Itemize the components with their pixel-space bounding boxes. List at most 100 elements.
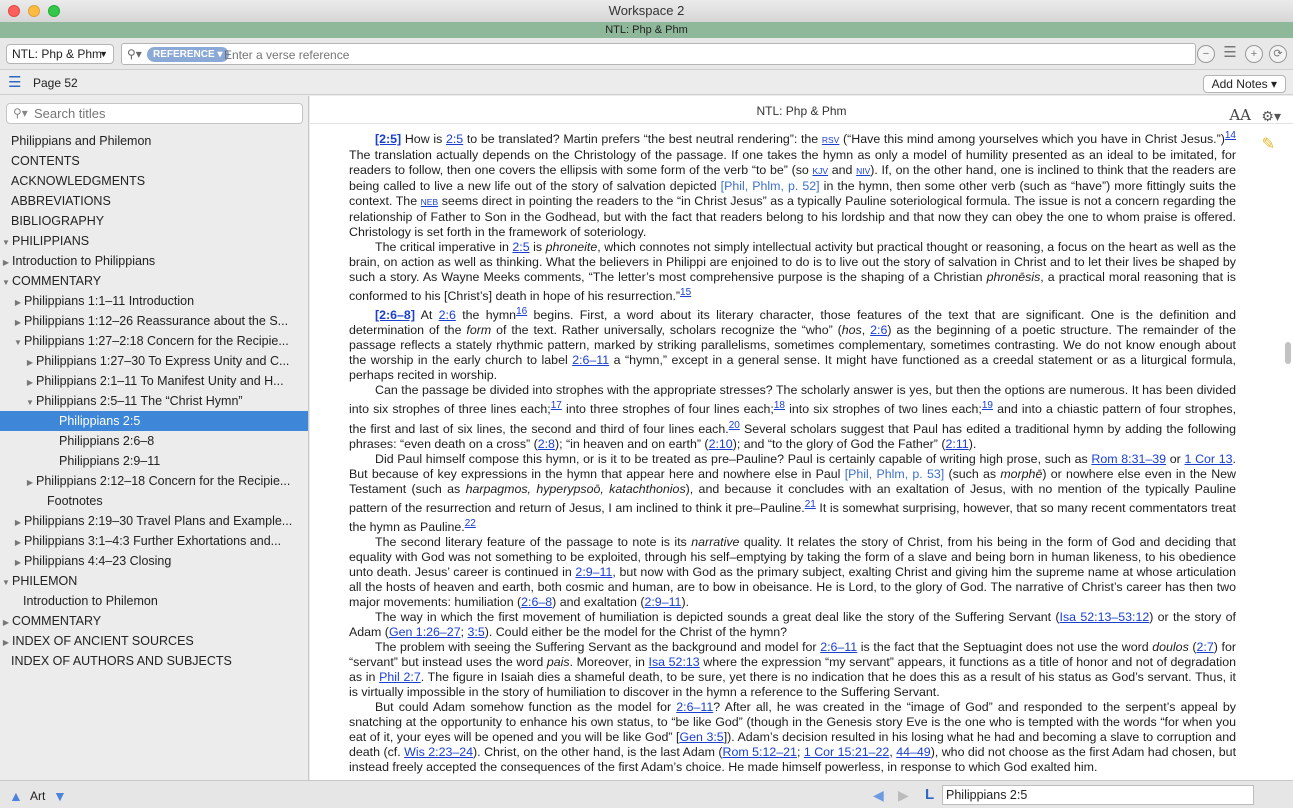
zoom-out-icon[interactable]: − <box>1197 45 1215 63</box>
sidebar-item[interactable]: ▶ Philippians 2:19–30 Travel Plans and Ex… <box>0 511 308 531</box>
gear-icon[interactable]: ⚙▾ <box>1261 101 1281 131</box>
scripture-link[interactable]: 2:9–11 <box>644 595 681 609</box>
sidebar-item[interactable]: ▼ COMMENTARY <box>0 271 308 291</box>
scripture-link[interactable]: Rom 5:12–21 <box>723 745 797 759</box>
sidebar-item[interactable]: ▶ INDEX OF ANCIENT SOURCES <box>0 631 308 651</box>
disclosure-closed-icon[interactable]: ▶ <box>24 373 36 391</box>
scripture-link[interactable]: 1 Cor 13 <box>1184 452 1232 466</box>
footnote-link[interactable]: 19 <box>982 400 993 411</box>
scripture-link[interactable]: 3:5 <box>467 625 484 639</box>
scripture-link[interactable]: 2:6–11 <box>572 353 609 367</box>
disclosure-closed-icon[interactable]: ▶ <box>24 473 36 491</box>
disclosure-open-icon[interactable]: ▼ <box>0 273 12 291</box>
scripture-link[interactable]: 44–49 <box>896 745 930 759</box>
disclosure-closed-icon[interactable]: ▶ <box>0 633 12 651</box>
scripture-link[interactable]: 2:7 <box>1197 640 1214 654</box>
back-arrow-icon[interactable]: ◀ <box>873 787 884 804</box>
disclosure-closed-icon[interactable]: ▶ <box>12 553 24 571</box>
disclosure-closed-icon[interactable]: ▶ <box>0 613 12 631</box>
scripture-link[interactable]: 2:6–11 <box>820 640 857 654</box>
disclosure-open-icon[interactable]: ▼ <box>0 573 12 591</box>
footnote-link[interactable]: 17 <box>551 400 562 411</box>
add-notes-button[interactable]: Add Notes ▾ <box>1202 75 1286 93</box>
sidebar-item[interactable]: ▶ Philippians 1:27–30 To Express Unity an… <box>0 351 308 371</box>
scripture-link[interactable]: Isa 52:13 <box>649 655 700 669</box>
minimize-window-button[interactable] <box>28 5 40 17</box>
sidebar-item[interactable]: Introduction to Philemon <box>0 591 308 611</box>
disclosure-closed-icon[interactable]: ▶ <box>24 353 36 371</box>
sidebar-item[interactable]: ABBREVIATIONS <box>0 191 308 211</box>
sidebar-item[interactable]: ▶ Philippians 1:12–26 Reassurance about t… <box>0 311 308 331</box>
sidebar-item[interactable]: INDEX OF AUTHORS AND SUBJECTS <box>0 651 308 671</box>
triangle-down-icon[interactable]: ▼ <box>53 788 67 804</box>
abbreviation-link[interactable]: NIV <box>856 166 870 176</box>
sidebar-item[interactable]: ▶ Philippians 2:1–11 To Manifest Unity an… <box>0 371 308 391</box>
font-size-icon[interactable]: AA <box>1229 100 1251 130</box>
resource-selector[interactable]: NTL: Php & Phm ▼ <box>6 44 114 64</box>
sidebar-item[interactable]: ACKNOWLEDGMENTS <box>0 171 308 191</box>
scripture-link[interactable]: Wis 2:23–24 <box>404 745 473 759</box>
sidebar-item[interactable]: ▼ Philippians 1:27–2:18 Concern for the R… <box>0 331 308 351</box>
sidebar-item[interactable]: ▶ Philippians 2:12–18 Concern for the Rec… <box>0 471 308 491</box>
sidebar-item[interactable]: ▶ COMMENTARY <box>0 611 308 631</box>
scripture-link[interactable]: Gen 3:5 <box>680 730 724 744</box>
sidebar-item[interactable]: Philippians and Philemon <box>0 131 308 151</box>
list-icon[interactable]: ☰ <box>1221 45 1239 63</box>
reference-search-bar[interactable]: ⚲▾ REFERENCE ▾ <box>121 43 1196 65</box>
footnote-link[interactable]: 18 <box>774 400 785 411</box>
sidebar-item[interactable]: Philippians 2:9–11 <box>0 451 308 471</box>
scripture-link[interactable]: 2:6–11 <box>676 700 713 714</box>
disclosure-closed-icon[interactable]: ▶ <box>0 253 12 271</box>
disclosure-open-icon[interactable]: ▼ <box>12 333 24 351</box>
sidebar-item[interactable]: Footnotes <box>0 491 308 511</box>
disclosure-closed-icon[interactable]: ▶ <box>12 313 24 331</box>
disclosure-closed-icon[interactable]: ▶ <box>12 293 24 311</box>
current-reference-field[interactable]: Philippians 2:5 <box>942 785 1254 805</box>
scripture-link[interactable]: 2:9–11 <box>575 565 612 579</box>
title-search-box[interactable]: ⚲▾ <box>6 103 303 124</box>
vertical-scrollbar[interactable] <box>1285 342 1291 364</box>
table-of-contents-icon[interactable]: ☰ <box>8 75 24 90</box>
sidebar-item[interactable]: BIBLIOGRAPHY <box>0 211 308 231</box>
abbreviation-link[interactable]: KJV <box>812 166 828 176</box>
search-icon[interactable]: ⚲▾ <box>127 47 142 61</box>
scripture-link[interactable]: 2:6–8 <box>521 595 552 609</box>
close-window-button[interactable] <box>8 5 20 17</box>
disclosure-closed-icon[interactable]: ▶ <box>12 533 24 551</box>
disclosure-open-icon[interactable]: ▼ <box>0 233 12 251</box>
sidebar-item[interactable]: ▶ Philippians 3:1–4:3 Further Exhortation… <box>0 531 308 551</box>
scripture-link[interactable]: 2:6 <box>870 323 887 337</box>
sidebar-item[interactable]: ▶ Philippians 4:4–23 Closing <box>0 551 308 571</box>
sidebar-item[interactable]: CONTENTS <box>0 151 308 171</box>
scripture-link[interactable]: Phil 2:7 <box>379 670 421 684</box>
footnote-link[interactable]: 22 <box>465 518 476 529</box>
sidebar-item[interactable]: ▶ Philippians 1:1–11 Introduction <box>0 291 308 311</box>
footnote-link[interactable]: 21 <box>805 499 816 510</box>
sidebar-item[interactable]: Philippians 2:5 <box>0 411 308 431</box>
scripture-link[interactable]: 2:5 <box>512 240 529 254</box>
pencil-icon[interactable]: ✎ <box>1262 134 1275 154</box>
share-icon[interactable]: ⟳ <box>1269 45 1287 63</box>
reference-input[interactable] <box>224 46 1174 63</box>
sidebar-item[interactable]: ▼ PHILIPPIANS <box>0 231 308 251</box>
footnote-link[interactable]: 14 <box>1225 130 1236 141</box>
link-set-icon[interactable]: L <box>925 786 934 803</box>
sidebar-item[interactable]: ▶ Introduction to Philippians <box>0 251 308 271</box>
verse-heading-link[interactable]: [2:5] <box>375 132 401 146</box>
scripture-link[interactable]: 2:5 <box>446 132 463 146</box>
forward-arrow-icon[interactable]: ▶ <box>898 787 909 804</box>
scripture-link[interactable]: 2:8 <box>538 437 555 451</box>
sidebar-item[interactable]: ▼ PHILEMON <box>0 571 308 591</box>
scripture-link[interactable]: Isa 52:13–53:12 <box>1060 610 1150 624</box>
scripture-link[interactable]: 2:10 <box>709 437 733 451</box>
search-type-pill[interactable]: REFERENCE ▾ <box>147 47 229 62</box>
scripture-link[interactable]: Rom 8:31–39 <box>1091 452 1166 466</box>
footnote-link[interactable]: 15 <box>680 287 691 298</box>
footnote-link[interactable]: 20 <box>729 420 740 431</box>
title-search-input[interactable] <box>34 106 294 121</box>
verse-heading-link[interactable]: [2:6–8] <box>375 308 415 322</box>
scripture-link[interactable]: 2:11 <box>946 437 969 451</box>
sidebar-item[interactable]: Philippians 2:6–8 <box>0 431 308 451</box>
abbreviation-link[interactable]: NEB <box>421 197 438 207</box>
footnote-link[interactable]: 16 <box>516 306 527 317</box>
